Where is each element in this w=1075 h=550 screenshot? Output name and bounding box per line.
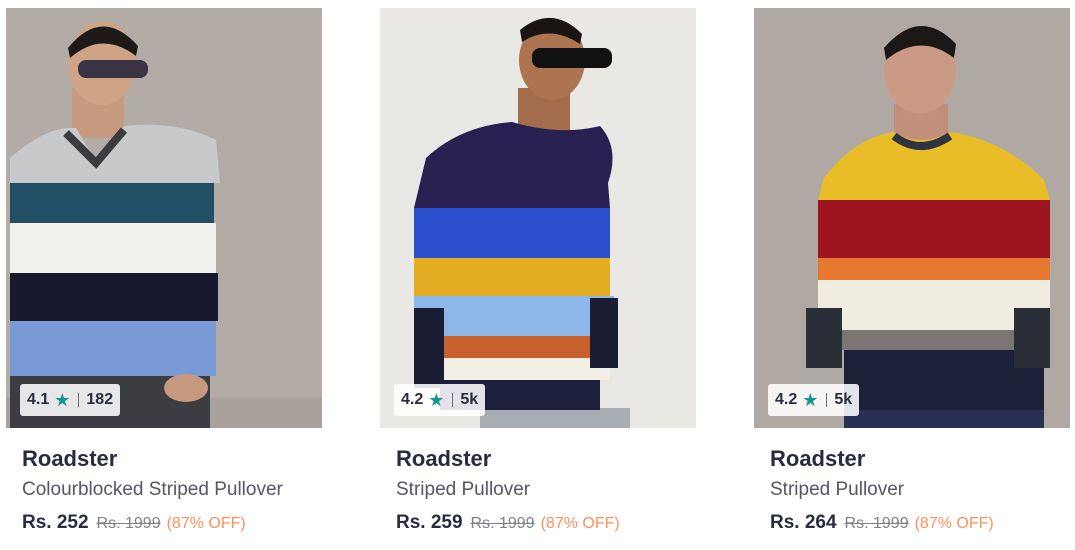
rating-count: 182 [86,391,114,408]
rating-badge: 4.2 ★ 5k [394,384,486,416]
star-icon: ★ [802,390,819,410]
product-mrp: Rs. 1999 [470,515,535,532]
rating-badge: 4.1 ★ 182 [20,384,121,416]
rating-count: 5k [460,391,479,408]
price-row: Rs. 259 Rs. 1999 (87% OFF) [396,512,696,534]
discount-label: (87% OFF) [166,515,246,532]
product-image[interactable]: 4.1 ★ 182 [6,8,322,428]
rating-value: 4.2 [775,391,798,408]
product-image[interactable]: 4.2 ★ 5k [380,8,696,428]
discount-label: (87% OFF) [540,515,620,532]
product-card[interactable]: 4.1 ★ 182 Roadster Colourblocked Striped… [6,8,322,534]
rating-count: 5k [834,391,853,408]
product-brand[interactable]: Roadster [770,446,1070,472]
product-price: Rs. 252 [22,512,89,533]
rating-divider [826,393,828,407]
product-mrp: Rs. 1999 [844,515,909,532]
product-title[interactable]: Striped Pullover [396,478,686,502]
product-price: Rs. 264 [770,512,837,533]
star-icon: ★ [54,390,71,410]
product-card[interactable]: 4.2 ★ 5k Roadster Striped Pullover Rs. 2… [380,8,696,534]
product-grid: 4.1 ★ 182 Roadster Colourblocked Striped… [0,0,1075,550]
product-title[interactable]: Striped Pullover [770,478,1060,502]
rating-divider [452,393,454,407]
product-brand[interactable]: Roadster [396,446,696,472]
product-title[interactable]: Colourblocked Striped Pullover [22,478,312,502]
product-card[interactable]: 4.2 ★ 5k Roadster Striped Pullover Rs. 2… [754,8,1070,534]
product-image[interactable]: 4.2 ★ 5k [754,8,1070,428]
price-row: Rs. 252 Rs. 1999 (87% OFF) [22,512,322,534]
product-photo-model-sweater [380,8,696,428]
discount-label: (87% OFF) [914,515,994,532]
product-photo-model-sweater [6,8,322,428]
price-row: Rs. 264 Rs. 1999 (87% OFF) [770,512,1070,534]
rating-value: 4.1 [27,391,50,408]
rating-badge: 4.2 ★ 5k [768,384,860,416]
rating-divider [78,393,80,407]
star-icon: ★ [428,390,445,410]
rating-value: 4.2 [401,391,424,408]
product-mrp: Rs. 1999 [96,515,161,532]
product-photo-model-sweater [754,8,1070,428]
product-price: Rs. 259 [396,512,463,533]
product-brand[interactable]: Roadster [22,446,322,472]
